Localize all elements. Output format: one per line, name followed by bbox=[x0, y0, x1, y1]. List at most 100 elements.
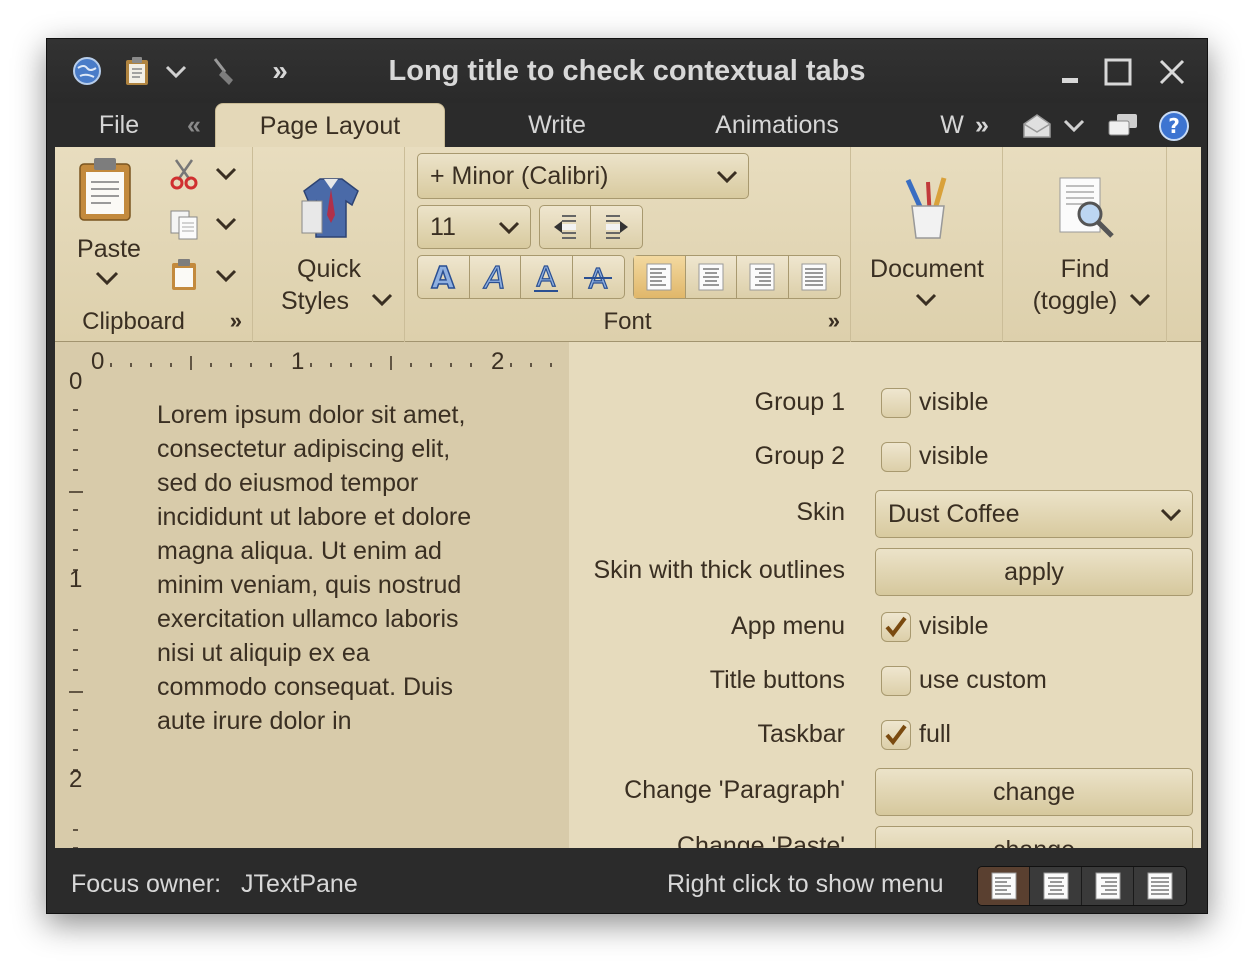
tab-w[interactable]: W bbox=[939, 103, 965, 149]
italic-icon[interactable]: A bbox=[470, 256, 521, 298]
skin-combo[interactable]: Dust Coffee bbox=[875, 490, 1193, 538]
quick-styles-label-1[interactable]: Quick bbox=[267, 253, 391, 285]
chevron-down-icon[interactable] bbox=[95, 271, 119, 292]
title-buttons-checkbox[interactable] bbox=[881, 666, 911, 696]
globe-icon[interactable] bbox=[71, 55, 103, 87]
group1-option[interactable]: visible bbox=[919, 388, 988, 417]
status-align-justify-icon[interactable] bbox=[1134, 867, 1186, 905]
find-label-2[interactable]: (toggle) bbox=[1005, 285, 1145, 317]
chevron-down-icon[interactable] bbox=[1061, 113, 1087, 139]
tab-write[interactable]: Write bbox=[487, 103, 627, 149]
cut-icon[interactable] bbox=[167, 157, 201, 191]
align-justify-icon[interactable] bbox=[789, 256, 841, 298]
underline-icon[interactable]: A bbox=[521, 256, 573, 298]
status-align-group bbox=[977, 866, 1187, 906]
app-menu-option[interactable]: visible bbox=[919, 612, 988, 641]
title-bar: » Long title to check contextual tabs bbox=[47, 39, 1207, 103]
ribbon-tab-bar: File « Page Layout Write Animations W » … bbox=[47, 103, 1207, 149]
ruler-h-label-1: 1 bbox=[291, 348, 305, 375]
decrease-indent-icon[interactable] bbox=[540, 206, 592, 248]
status-align-right-icon[interactable] bbox=[1082, 867, 1134, 905]
envelope-icon[interactable] bbox=[1019, 109, 1055, 143]
document-label[interactable]: Document bbox=[857, 253, 997, 285]
taskbar-option[interactable]: full bbox=[919, 720, 951, 749]
band-find: Find (toggle) bbox=[1003, 147, 1167, 342]
editor-text[interactable]: Lorem ipsum dolor sit amet, consectetur … bbox=[157, 398, 477, 738]
align-center-icon[interactable] bbox=[686, 256, 737, 298]
app-menu-checkbox[interactable] bbox=[881, 612, 911, 642]
font-expand-button[interactable]: » bbox=[828, 308, 840, 334]
copy-icon[interactable] bbox=[167, 207, 201, 241]
app-menu-label: App menu bbox=[731, 612, 845, 640]
chevron-down-icon[interactable] bbox=[215, 269, 237, 288]
group2-checkbox[interactable] bbox=[881, 442, 911, 472]
tab-scroll-right-button[interactable]: » bbox=[967, 103, 997, 149]
paragraph-align-button-group bbox=[633, 255, 841, 299]
font-family-combo[interactable]: + Minor (Calibri) bbox=[417, 153, 749, 199]
close-icon[interactable] bbox=[1155, 55, 1189, 89]
check-icon bbox=[885, 724, 907, 746]
broom-icon[interactable] bbox=[209, 55, 241, 87]
tab-animations[interactable]: Animations bbox=[697, 103, 857, 149]
maximize-icon[interactable] bbox=[1101, 55, 1135, 89]
shirt-tie-icon[interactable] bbox=[299, 175, 363, 239]
status-align-center-icon[interactable] bbox=[1030, 867, 1082, 905]
title-buttons-label: Title buttons bbox=[709, 666, 845, 694]
chevron-down-icon[interactable] bbox=[1129, 293, 1151, 312]
quick-styles-label-2[interactable]: Styles bbox=[253, 285, 377, 317]
chevron-down-icon[interactable] bbox=[163, 59, 189, 85]
group2-label: Group 2 bbox=[754, 442, 845, 470]
font-family-value: + Minor (Calibri) bbox=[430, 162, 609, 190]
taskbar-checkbox[interactable] bbox=[881, 720, 911, 750]
clipboard-expand-button[interactable]: » bbox=[230, 308, 242, 334]
status-bar: Focus owner: JTextPane Right click to sh… bbox=[47, 848, 1207, 913]
find-label-1[interactable]: Find bbox=[1015, 253, 1155, 285]
change-paragraph-button[interactable]: change bbox=[875, 768, 1193, 816]
chevron-down-icon[interactable] bbox=[215, 217, 237, 236]
skin-label: Skin bbox=[796, 498, 845, 526]
ruler-v-label-0: 0 bbox=[69, 368, 83, 395]
help-icon[interactable]: ? bbox=[1157, 109, 1191, 143]
increase-indent-icon[interactable] bbox=[591, 206, 642, 248]
align-right-icon[interactable] bbox=[737, 256, 789, 298]
paste-special-icon[interactable] bbox=[167, 257, 201, 293]
band-quick-styles: Quick Styles bbox=[253, 147, 405, 342]
ruler-v-label-2: 2 bbox=[69, 766, 83, 793]
svg-text:A: A bbox=[482, 261, 505, 293]
title-buttons-option[interactable]: use custom bbox=[919, 666, 1047, 695]
chevron-down-icon[interactable] bbox=[915, 293, 937, 312]
group1-checkbox[interactable] bbox=[881, 388, 911, 418]
ribbon: Paste Clipboard » Quick Styles + Minor (… bbox=[55, 147, 1201, 342]
chevron-down-icon bbox=[716, 170, 738, 184]
skin-value: Dust Coffee bbox=[888, 500, 1020, 528]
tab-scroll-left-button[interactable]: « bbox=[177, 103, 211, 149]
status-align-left-icon[interactable] bbox=[978, 867, 1030, 905]
paste-button-icon[interactable] bbox=[75, 155, 135, 223]
bold-icon[interactable]: A bbox=[418, 256, 470, 298]
file-app-menu-button[interactable]: File bbox=[81, 103, 157, 149]
svg-text:A: A bbox=[432, 261, 456, 293]
strikethrough-icon[interactable]: A bbox=[573, 256, 625, 298]
focus-owner-label: Focus owner: bbox=[71, 870, 222, 898]
group2-option[interactable]: visible bbox=[919, 442, 988, 471]
chevron-down-icon bbox=[498, 221, 520, 235]
minimize-icon[interactable] bbox=[1055, 57, 1085, 87]
text-editor-pane[interactable]: 0 1 2 0 1 2 Lorem ipsum dolor sit amet, … bbox=[55, 342, 569, 849]
band-font: + Minor (Calibri) 11 A A A A Font » bbox=[405, 147, 851, 342]
chat-bubbles-icon[interactable] bbox=[1105, 109, 1141, 143]
chevron-down-icon[interactable] bbox=[215, 167, 237, 186]
find-magnifier-icon[interactable] bbox=[1055, 175, 1117, 241]
clipboard-icon[interactable] bbox=[121, 55, 153, 87]
check-icon bbox=[885, 616, 907, 638]
taskbar-overflow-button[interactable]: » bbox=[265, 55, 295, 86]
status-hint: Right click to show menu bbox=[667, 870, 944, 898]
paste-label[interactable]: Paste bbox=[61, 233, 157, 265]
font-size-value: 11 bbox=[430, 213, 456, 241]
tab-page-layout[interactable]: Page Layout bbox=[215, 103, 445, 149]
chevron-down-icon[interactable] bbox=[371, 293, 393, 312]
band-clipboard: Paste Clipboard » bbox=[55, 147, 253, 342]
pencil-cup-icon[interactable] bbox=[897, 175, 959, 241]
font-size-combo[interactable]: 11 bbox=[417, 205, 531, 249]
align-left-icon[interactable] bbox=[634, 256, 686, 298]
apply-button[interactable]: apply bbox=[875, 548, 1193, 596]
